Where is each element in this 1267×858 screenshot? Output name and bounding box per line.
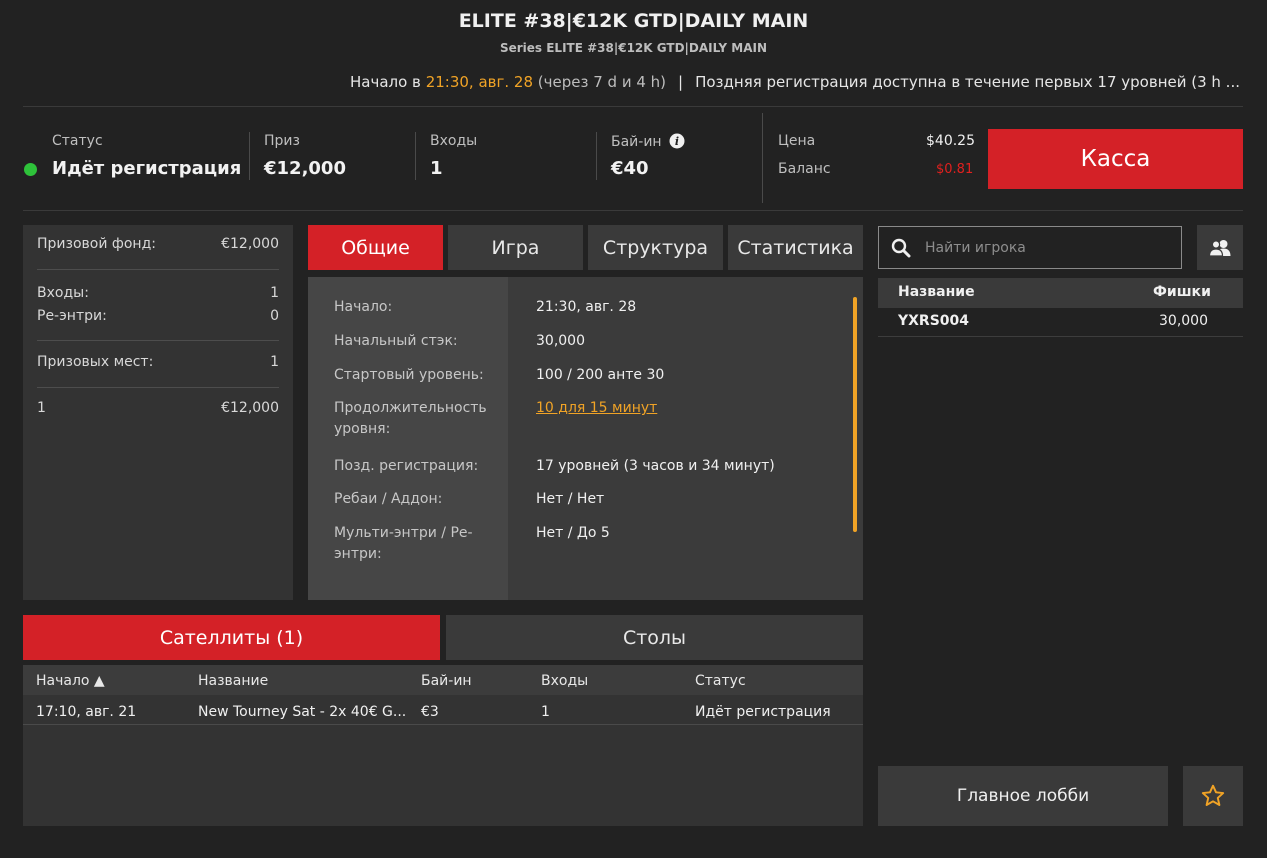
info-separator: | (678, 73, 684, 91)
player-chips: 30,000 (1159, 313, 1208, 329)
friends-button[interactable] (1197, 225, 1243, 270)
entries-count-value: 1 (270, 285, 279, 301)
late-registration-info: Поздняя регистрация доступна в течение п… (695, 73, 1240, 91)
tab-statistics[interactable]: Статистика (728, 225, 863, 270)
sat-entries: 1 (541, 704, 550, 720)
status-value: Идёт регистрация (52, 158, 242, 179)
prize-label: Приз (264, 133, 300, 149)
buyin-value: €40 (611, 158, 649, 179)
paid-places-row: Призовых мест: 1 (37, 354, 279, 370)
panel-divider (37, 387, 279, 388)
users-icon (1208, 239, 1231, 257)
header-divider (23, 106, 1243, 107)
start-prefix: Начало в (350, 73, 421, 91)
entries-value: 1 (430, 158, 443, 179)
detail-label-rebuy: Ребаи / Аддон: (334, 491, 443, 507)
prize-pool-value: €12,000 (221, 236, 279, 252)
detail-value-stack: 30,000 (536, 333, 585, 349)
svg-text:i: i (675, 135, 679, 148)
sat-buyin: €3 (421, 704, 439, 720)
player-name: YXRS004 (898, 313, 970, 329)
sat-col-name[interactable]: Название (198, 673, 268, 689)
status-label: Статус (52, 133, 103, 149)
payout-place: 1 (37, 400, 46, 416)
detail-value-multi-entry: Нет / До 5 (536, 525, 610, 541)
reentries-row: Ре-энтри: 0 (37, 308, 279, 324)
sat-status: Идёт регистрация (695, 704, 831, 720)
detail-value-start: 21:30, авг. 28 (536, 299, 637, 315)
stat-divider (762, 113, 763, 203)
info-icon[interactable]: i (669, 133, 685, 149)
sat-col-buyin[interactable]: Бай-ин (421, 673, 472, 689)
players-col-chips[interactable]: Фишки (1153, 284, 1211, 300)
payout-amount: €12,000 (221, 400, 279, 416)
detail-value-duration-link[interactable]: 10 для 15 минут (536, 398, 657, 419)
detail-value-level: 100 / 200 анте 30 (536, 367, 665, 383)
detail-value-late-reg: 17 уровней (3 часов и 34 минут) (536, 458, 775, 474)
paid-places-value: 1 (270, 354, 279, 370)
players-col-name[interactable]: Название (898, 284, 975, 300)
entries-row: Входы: 1 (37, 285, 279, 301)
stat-divider (415, 132, 416, 180)
detail-label-level: Стартовый уровень: (334, 367, 484, 383)
details-scrollbar[interactable] (853, 297, 857, 532)
reentries-label: Ре-энтри: (37, 308, 107, 324)
details-panel: Начало: 21:30, авг. 28 Начальный стэк: 3… (308, 277, 863, 600)
panel-divider (37, 340, 279, 341)
entries-label: Входы (430, 133, 478, 149)
price-value: $40.25 (926, 133, 975, 149)
panel-divider (37, 269, 279, 270)
tournament-title: ELITE #38|€12K GTD|DAILY MAIN (458, 10, 809, 32)
search-icon (891, 238, 911, 257)
buyin-label-text: Бай-ин (611, 134, 662, 150)
sat-col-status[interactable]: Статус (695, 673, 746, 689)
start-info-line: Начало в 21:30, авг. 28 (через 7 d и 4 h… (0, 73, 1240, 91)
sat-start: 17:10, авг. 21 (36, 704, 137, 720)
start-relative: (через 7 d и 4 h) (537, 73, 667, 91)
tab-structure[interactable]: Структура (588, 225, 723, 270)
detail-label-duration: Продолжительность уровня: (334, 400, 487, 437)
cashier-button[interactable]: Касса (988, 129, 1243, 189)
balance-value: $0.81 (936, 162, 974, 177)
detail-label-start: Начало: (334, 299, 393, 315)
star-icon (1201, 784, 1225, 806)
buyin-label: Бай-ин i (611, 133, 685, 150)
status-indicator-icon (24, 163, 37, 176)
paid-places-label: Призовых мест: (37, 354, 154, 370)
balance-label: Баланс (778, 161, 831, 177)
stat-divider (596, 132, 597, 180)
detail-label-late-reg: Позд. регистрация: (334, 458, 479, 474)
entries-count-label: Входы: (37, 285, 89, 301)
detail-value-rebuy: Нет / Нет (536, 491, 605, 507)
sat-col-entries[interactable]: Входы (541, 673, 588, 689)
stat-divider (249, 132, 250, 180)
sat-name: New Tourney Sat - 2x 40€ G... (198, 704, 407, 720)
tab-tables[interactable]: Столы (446, 615, 863, 660)
payout-row: 1 €12,000 (37, 400, 279, 416)
prize-pool-label: Призовой фонд: (37, 236, 156, 252)
start-time: 21:30, авг. 28 (425, 73, 533, 91)
tournament-subtitle: Series ELITE #38|€12K GTD|DAILY MAIN (499, 41, 768, 55)
stats-divider (23, 210, 1243, 211)
prize-panel: Призовой фонд: €12,000 Входы: 1 Ре-энтри… (23, 225, 293, 600)
detail-label-multi-entry: Мульти-энтри / Ре-энтри: (334, 525, 473, 562)
player-search-input[interactable] (923, 238, 1167, 257)
tab-game[interactable]: Игра (448, 225, 583, 270)
tab-satellites[interactable]: Сателлиты (1) (23, 615, 440, 660)
main-lobby-button[interactable]: Главное лобби (878, 766, 1168, 826)
prize-pool-row: Призовой фонд: €12,000 (37, 236, 279, 252)
prize-value: €12,000 (264, 158, 346, 179)
detail-label-stack: Начальный стэк: (334, 333, 458, 349)
tab-general[interactable]: Общие (308, 225, 443, 270)
price-label: Цена (778, 133, 816, 149)
player-search-box[interactable] (878, 226, 1182, 269)
sat-col-start[interactable]: Начало ▲ (36, 673, 105, 689)
reentries-value: 0 (270, 308, 279, 324)
favorite-button[interactable] (1183, 766, 1243, 826)
